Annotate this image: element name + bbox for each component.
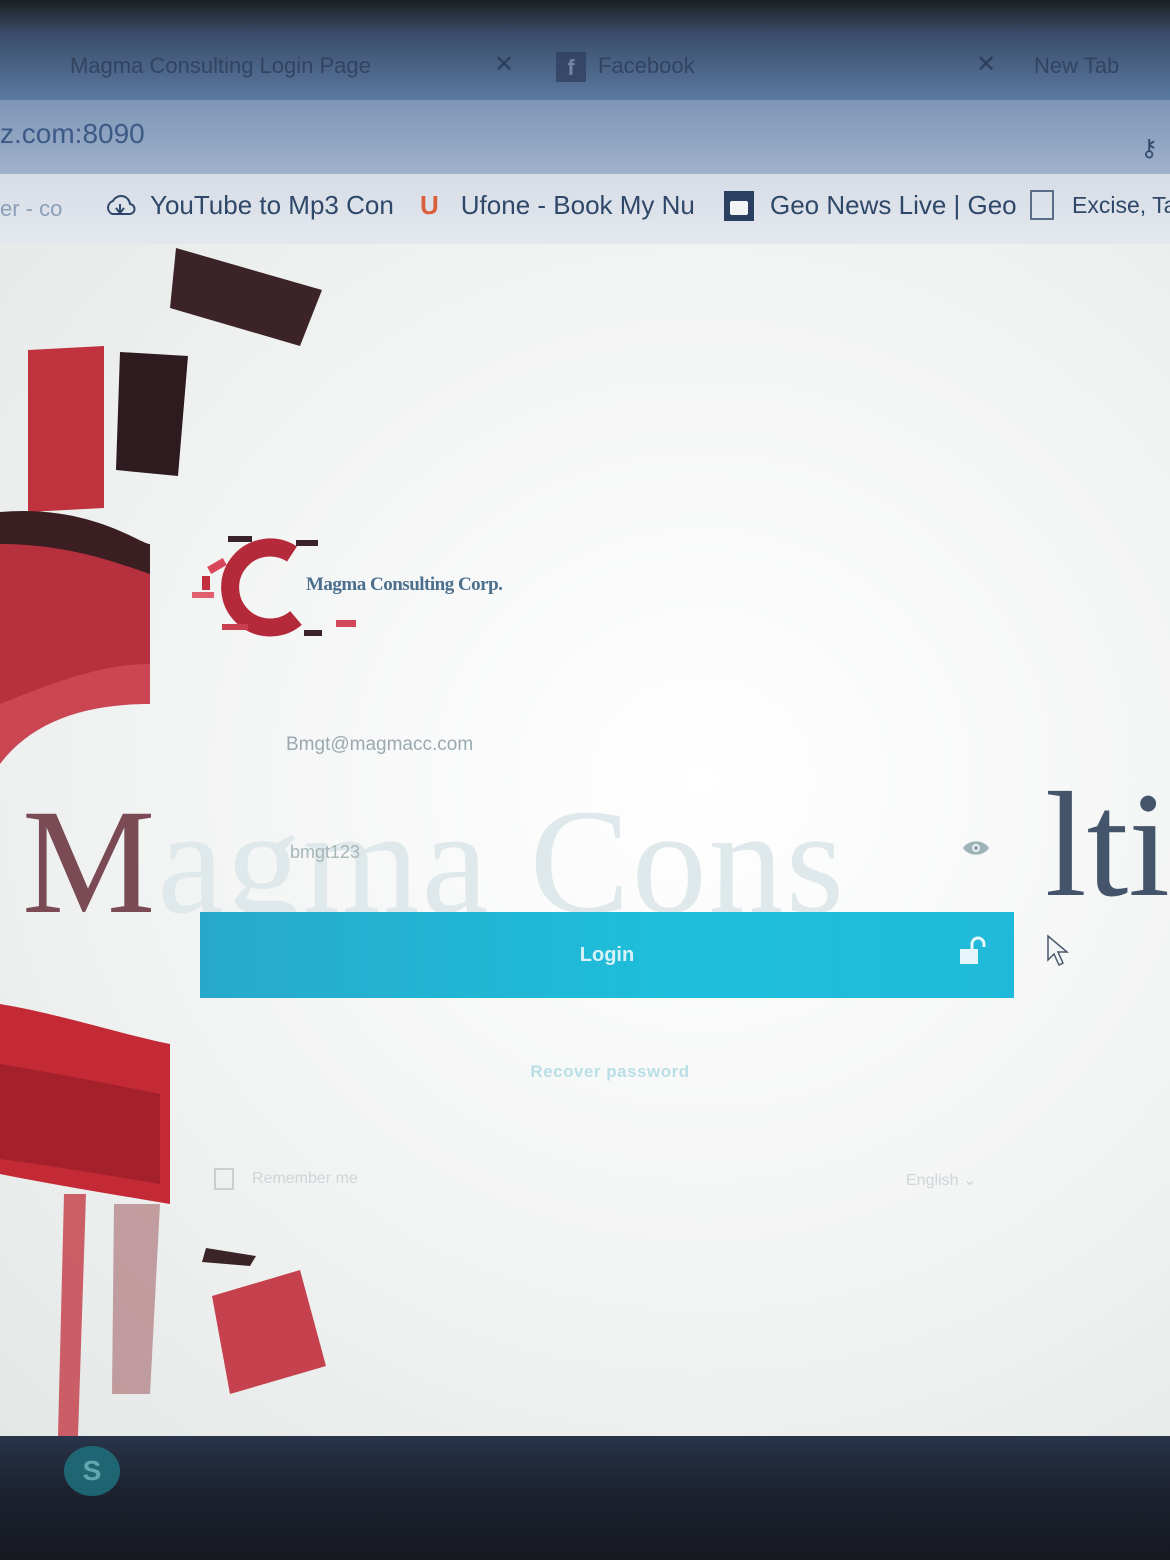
- close-tab-icon[interactable]: ✕: [976, 50, 996, 79]
- bookmark-label: Geo News Live | Geo: [770, 190, 1017, 220]
- login-page: Magma Cons lti Magma Consulting Corp. Lo…: [0, 244, 1170, 1436]
- close-tab-icon[interactable]: ✕: [494, 50, 514, 79]
- url-text[interactable]: z.com:8090: [0, 118, 145, 150]
- recover-password-row: Recover password: [0, 1062, 1170, 1082]
- bookmark-youtube-mp3[interactable]: YouTube to Mp3 Con: [104, 190, 394, 221]
- recover-password-link[interactable]: Recover password: [530, 1062, 689, 1081]
- upload-cloud-icon: [107, 194, 136, 215]
- tab-label: Facebook: [598, 53, 695, 78]
- background-heading-right: lti: [1044, 762, 1170, 928]
- email-field[interactable]: [286, 734, 986, 756]
- remember-label: Remember me: [252, 1170, 358, 1187]
- language-label: English: [906, 1172, 959, 1189]
- tab-label: Magma Consulting Login Page: [70, 53, 371, 78]
- bookmark-label: Ufone - Book My Nu: [460, 190, 695, 220]
- password-field[interactable]: [290, 842, 940, 863]
- remember-me[interactable]: Remember me: [214, 1168, 358, 1190]
- bookmark-ufone[interactable]: U Ufone - Book My Nu: [420, 190, 695, 221]
- geo-tv-icon: [724, 190, 754, 221]
- tab-magma[interactable]: Magma Consulting Login Page: [70, 44, 480, 88]
- address-bar[interactable]: [0, 100, 1170, 174]
- taskbar: [0, 1436, 1170, 1560]
- key-icon[interactable]: ⚷: [1140, 134, 1158, 163]
- tab-new[interactable]: New Tab: [1034, 44, 1170, 88]
- logo-text: Magma Consulting Corp.: [306, 574, 503, 595]
- mouse-cursor-icon: [1047, 934, 1070, 967]
- bookmark-geo-news[interactable]: Geo News Live | Geo: [724, 190, 1017, 221]
- skype-icon[interactable]: S: [64, 1446, 120, 1496]
- bookmark-label: Excise, Ta: [1072, 191, 1170, 218]
- eye-icon[interactable]: [962, 838, 990, 858]
- chevron-down-icon: ⌄: [962, 1172, 977, 1189]
- unlock-icon: [960, 936, 986, 964]
- bookmark-label: YouTube to Mp3 Con: [150, 190, 394, 220]
- bookmark-label: er - co: [0, 196, 63, 221]
- tab-facebook[interactable]: f Facebook: [556, 44, 856, 88]
- bg-heading-letter: M: [22, 779, 158, 945]
- facebook-icon: f: [556, 52, 586, 83]
- tab-label: New Tab: [1034, 53, 1120, 78]
- ufone-logo: U: [420, 190, 439, 220]
- browser-tab-strip: Magma Consulting Login Page ✕ f Facebook …: [0, 0, 1170, 100]
- language-select[interactable]: English ⌄: [906, 1170, 976, 1190]
- remember-checkbox[interactable]: [214, 1168, 234, 1190]
- bookmark-item[interactable]: er - co: [0, 196, 62, 222]
- bookmark-excise[interactable]: Excise, Ta: [1030, 190, 1170, 220]
- document-icon: [1030, 190, 1054, 220]
- login-button[interactable]: Login: [200, 912, 1014, 998]
